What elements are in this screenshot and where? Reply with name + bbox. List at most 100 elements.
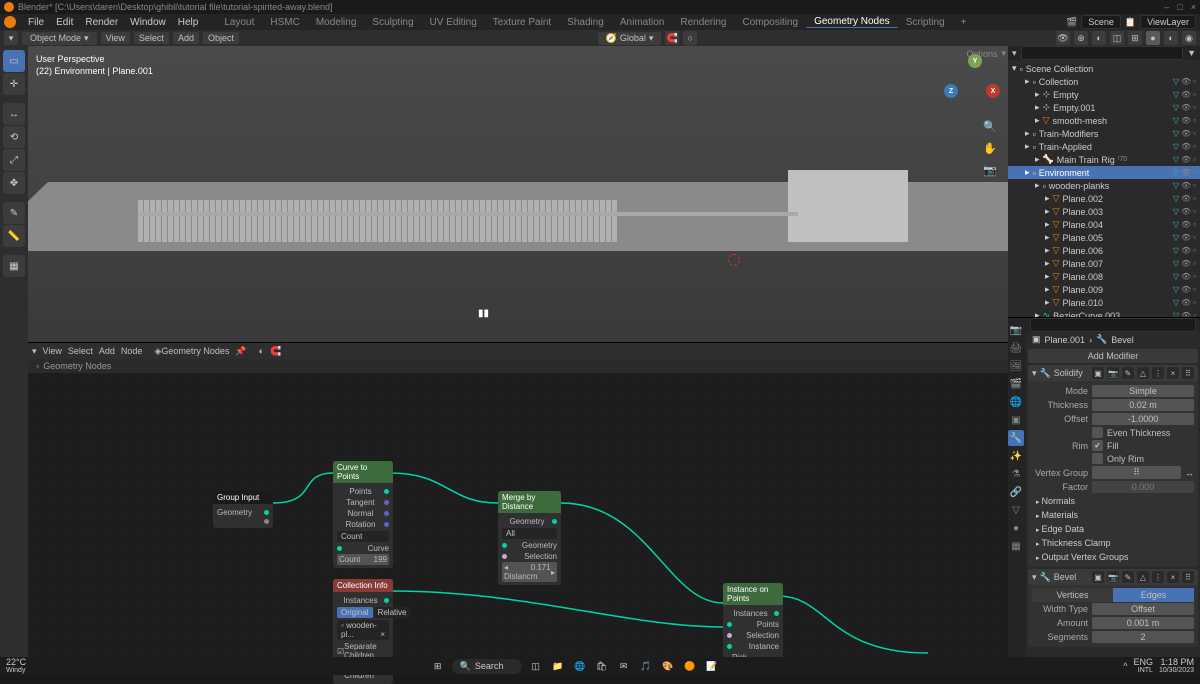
outliner-item[interactable]: ▸▽Plane.005▽👁▫ <box>1008 231 1200 244</box>
node-overlay[interactable]: ◐ <box>259 346 264 356</box>
tab-vertices[interactable]: Vertices <box>1032 588 1113 602</box>
node-snap[interactable]: 🧲 <box>270 346 281 357</box>
delete-modifier[interactable]: × <box>1167 571 1179 583</box>
outliner-item[interactable]: ▸⊹Empty▽👁▫ <box>1008 88 1200 101</box>
outliner-item[interactable]: ▸▫Collection▽👁▫ <box>1008 75 1200 88</box>
tool-add[interactable]: ▦ <box>3 255 25 277</box>
outliner-type-icon[interactable]: ▾ <box>1012 48 1017 59</box>
section-thickness-clamp[interactable]: Thickness Clamp <box>1032 536 1194 550</box>
node-merge-by-distance[interactable]: Merge by Distance Geometry All Geometry … <box>498 491 561 585</box>
props-tab-physics[interactable]: ⚗ <box>1008 466 1024 482</box>
outliner-item[interactable]: ▸🦴Main Train Rigᵗ70▽👁▫ <box>1008 153 1200 166</box>
tool-annotate[interactable]: ✎ <box>3 202 25 224</box>
outliner-item[interactable]: ▸▫Environment▽👁▫ <box>1008 166 1200 179</box>
app-icon[interactable]: 🎵 <box>638 658 654 674</box>
mode-dropdown[interactable]: All <box>502 528 557 539</box>
tool-select-box[interactable]: ▭ <box>3 50 25 72</box>
outliner-search[interactable] <box>1021 46 1184 60</box>
props-tab-material[interactable]: ● <box>1008 520 1024 536</box>
thickness-field[interactable]: 0.02 m <box>1092 399 1194 411</box>
extras-dropdown[interactable]: ⋮ <box>1152 367 1164 379</box>
outliner-item[interactable]: ▸▫Train-Modifiers▽👁▫ <box>1008 127 1200 140</box>
workspace-tab[interactable]: Scripting <box>898 17 953 28</box>
outliner-item[interactable]: ▸▽Plane.004▽👁▫ <box>1008 218 1200 231</box>
mode-dropdown[interactable]: Simple <box>1092 385 1194 397</box>
outliner-item[interactable]: ▸▽Plane.003▽👁▫ <box>1008 205 1200 218</box>
pan-icon[interactable]: ✋ <box>982 140 998 156</box>
show-editmode-icon[interactable]: ✎ <box>1122 571 1134 583</box>
explorer-icon[interactable]: 📁 <box>550 658 566 674</box>
mode-dropdown[interactable]: Count <box>337 531 389 542</box>
outliner-item[interactable]: ▸▽Plane.010▽👁▫ <box>1008 296 1200 309</box>
workspace-tab[interactable]: Animation <box>612 17 672 28</box>
props-tab-scene[interactable]: 🎬 <box>1008 376 1024 392</box>
maximize-button[interactable]: □ <box>1177 2 1182 12</box>
close-button[interactable]: × <box>1191 2 1196 12</box>
only-rim-check[interactable] <box>1092 453 1103 464</box>
blender-taskbar-icon[interactable]: 🟠 <box>682 658 698 674</box>
windows-taskbar[interactable]: 22°C Windy ⊞ 🔍Search ◫ 📁 🌐 🛍 ✉ 🎵 🎨 🟠 📝 ^… <box>0 657 1200 675</box>
menu-view[interactable]: View <box>101 32 130 44</box>
menu-select[interactable]: Select <box>134 32 169 44</box>
app-icon[interactable]: 🎨 <box>660 658 676 674</box>
props-search[interactable] <box>1030 318 1196 332</box>
workspace-tab[interactable]: Layout <box>216 17 262 28</box>
menu-edit[interactable]: Edit <box>50 17 79 28</box>
visibility-toggle[interactable]: 👁 <box>1056 31 1070 45</box>
3d-viewport[interactable]: User Perspective (22) Environment | Plan… <box>28 46 1008 342</box>
axis-x[interactable]: X <box>986 84 1000 98</box>
show-viewport-icon[interactable]: ▣ <box>1092 367 1104 379</box>
orientation-dropdown[interactable]: 🧭Global▾ <box>598 32 662 45</box>
menu-object[interactable]: Object <box>203 32 239 44</box>
axis-y[interactable]: Y <box>968 54 982 68</box>
node-curve-to-points[interactable]: Curve to Points Points Tangent Normal Ro… <box>333 461 393 568</box>
shading-solid[interactable]: ● <box>1146 31 1160 45</box>
outliner-item[interactable]: ▸▽Plane.009▽👁▫ <box>1008 283 1200 296</box>
navigation-gizmo[interactable]: Y X Z <box>944 54 1000 110</box>
node-menu-add[interactable]: Add <box>99 346 115 356</box>
outliner-item[interactable]: ▸▽Plane.008▽👁▫ <box>1008 270 1200 283</box>
axis-z[interactable]: Z <box>944 84 958 98</box>
proportional-edit-button[interactable]: ○ <box>683 31 697 45</box>
tool-rotate[interactable]: ⟲ <box>3 126 25 148</box>
taskbar-search[interactable]: 🔍Search <box>452 659 522 674</box>
props-tab-data[interactable]: ▽ <box>1008 502 1024 518</box>
tool-move[interactable]: ↔ <box>3 103 25 125</box>
scene-field[interactable]: Scene <box>1081 15 1121 29</box>
gizmo-toggle[interactable]: ⊕ <box>1074 31 1088 45</box>
menu-file[interactable]: File <box>22 17 50 28</box>
breadcrumb-text[interactable]: Geometry Nodes <box>43 361 111 371</box>
node-editor-type[interactable]: ▾ <box>32 346 37 357</box>
workspace-tab[interactable]: Sculpting <box>364 17 421 28</box>
show-cage-icon[interactable]: △ <box>1137 571 1149 583</box>
viewlayer-field[interactable]: ViewLayer <box>1140 15 1196 29</box>
crumb-object[interactable]: Plane.001 <box>1045 335 1086 345</box>
props-tab-viewlayer[interactable]: 🖼 <box>1008 358 1024 374</box>
outliner-item[interactable]: ▸∿BezierCurve.003▽👁▫ <box>1008 309 1200 318</box>
workspace-tab[interactable]: UV Editing <box>422 17 485 28</box>
section-normals[interactable]: Normals <box>1032 494 1194 508</box>
fill-check[interactable] <box>1092 440 1103 451</box>
extras-dropdown[interactable]: ⋮ <box>1152 571 1164 583</box>
workspace-add-tab[interactable]: + <box>953 17 975 28</box>
show-render-icon[interactable]: 📷 <box>1107 571 1119 583</box>
props-tab-render[interactable]: 📷 <box>1008 322 1024 338</box>
node-tree-selector[interactable]: ◈Geometry Nodes <box>154 346 229 357</box>
tool-scale[interactable]: ⤢ <box>3 149 25 171</box>
segments-field[interactable]: 2 <box>1092 631 1194 643</box>
factor-field[interactable]: 0.000 <box>1092 481 1194 493</box>
grip-icon[interactable]: ⠿ <box>1182 367 1194 379</box>
xray-toggle[interactable]: ◫ <box>1110 31 1124 45</box>
show-editmode-icon[interactable]: ✎ <box>1122 367 1134 379</box>
props-tab-world[interactable]: 🌐 <box>1008 394 1024 410</box>
menu-render[interactable]: Render <box>79 17 124 28</box>
offset-field[interactable]: -1.0000 <box>1092 413 1194 425</box>
start-button[interactable]: ⊞ <box>430 658 446 674</box>
menu-help[interactable]: Help <box>172 17 205 28</box>
mail-icon[interactable]: ✉ <box>616 658 632 674</box>
width-type-dropdown[interactable]: Offset <box>1092 603 1194 615</box>
overlay-toggle[interactable]: ◐ <box>1092 31 1106 45</box>
show-viewport-icon[interactable]: ▣ <box>1092 571 1104 583</box>
snap-button[interactable]: 🧲 <box>665 31 679 45</box>
node-menu-select[interactable]: Select <box>68 346 93 356</box>
